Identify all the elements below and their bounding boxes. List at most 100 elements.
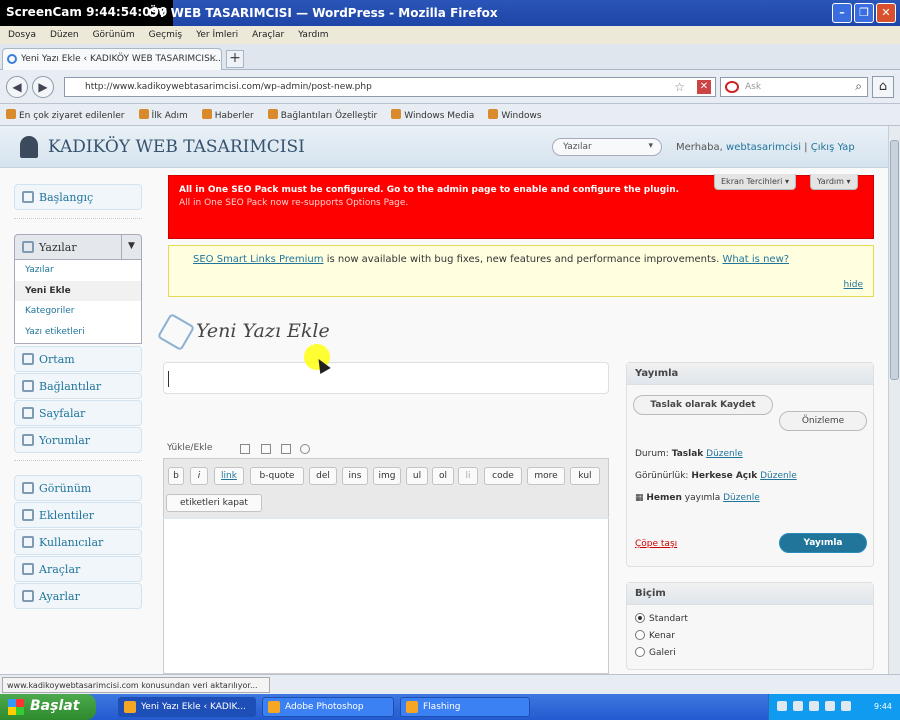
- plugin-link[interactable]: SEO Smart Links Premium: [193, 254, 324, 265]
- tray-icon[interactable]: [825, 701, 835, 711]
- menu-settings[interactable]: Ayarlar: [14, 583, 142, 609]
- menu-history[interactable]: Geçmiş: [149, 30, 182, 40]
- bookmark-item[interactable]: Bağlantıları Özelleştir: [268, 109, 378, 121]
- bookmark-star-icon[interactable]: ☆: [674, 80, 685, 94]
- media-upload-icon[interactable]: [300, 444, 310, 454]
- forward-button[interactable]: ▶: [32, 76, 54, 98]
- trash-link[interactable]: Çöpe taşı: [635, 539, 677, 549]
- format-option-standard[interactable]: Standart: [635, 613, 688, 624]
- quicktag-img[interactable]: img: [373, 467, 401, 485]
- minimize-button[interactable]: –: [832, 3, 852, 23]
- menu-bookmarks[interactable]: Yer İmleri: [196, 30, 238, 40]
- search-engine-icon[interactable]: [725, 81, 739, 93]
- menu-tools[interactable]: Araçlar: [14, 556, 142, 582]
- image-upload-icon[interactable]: [240, 444, 250, 454]
- logout-link[interactable]: Çıkış Yap: [811, 142, 855, 153]
- help-button[interactable]: Yardım ▾: [810, 174, 858, 190]
- menu-links[interactable]: Bağlantılar: [14, 373, 142, 399]
- taskbar-item-photoshop[interactable]: Adobe Photoshop: [262, 697, 394, 717]
- menu-users[interactable]: Kullanıcılar: [14, 529, 142, 555]
- site-title[interactable]: KADIKÖY WEB TASARIMCISI: [48, 137, 305, 157]
- maximize-button[interactable]: ❐: [854, 3, 874, 23]
- favorite-actions-select[interactable]: Yazılar ▾: [552, 138, 662, 156]
- back-button[interactable]: ◀: [6, 76, 28, 98]
- submenu-categories[interactable]: Kategoriler: [15, 301, 141, 322]
- menu-pages[interactable]: Sayfalar: [14, 400, 142, 426]
- submenu-tags[interactable]: Yazı etiketleri: [15, 322, 141, 343]
- bookmark-item[interactable]: Haberler: [202, 109, 254, 121]
- menu-comments[interactable]: Yorumlar: [14, 427, 142, 453]
- search-bar[interactable]: Ask ⌕: [720, 77, 868, 97]
- quicktag-bold[interactable]: b: [168, 467, 184, 485]
- format-option-aside[interactable]: Kenar: [635, 630, 675, 641]
- edit-schedule-link[interactable]: Düzenle: [723, 493, 760, 503]
- menu-edit[interactable]: Düzen: [50, 30, 79, 40]
- chevron-down-icon[interactable]: ▼: [121, 235, 141, 259]
- quicktag-blockquote[interactable]: b-quote: [250, 467, 304, 485]
- new-tab-button[interactable]: +: [226, 50, 244, 68]
- quicktag-code[interactable]: code: [484, 467, 522, 485]
- tray-icon[interactable]: [793, 701, 803, 711]
- format-box-title[interactable]: Biçim: [627, 583, 873, 605]
- home-button[interactable]: ⌂: [872, 76, 894, 98]
- quicktag-link[interactable]: link: [214, 467, 244, 485]
- page-scrollbar[interactable]: [888, 126, 900, 674]
- publish-button[interactable]: Yayımla: [779, 533, 867, 553]
- quicktag-lookup[interactable]: kul: [570, 467, 600, 485]
- username-link[interactable]: webtasarimcisi: [726, 142, 801, 153]
- menu-help[interactable]: Yardım: [298, 30, 328, 40]
- clock[interactable]: 9:44: [874, 702, 892, 711]
- video-upload-icon[interactable]: [261, 444, 271, 454]
- screen-options-button[interactable]: Ekran Tercihleri ▾: [714, 174, 796, 190]
- post-title-input[interactable]: [163, 362, 609, 394]
- menu-appearance[interactable]: Görünüm: [14, 475, 142, 501]
- menu-plugins[interactable]: Eklentiler: [14, 502, 142, 528]
- url-bar[interactable]: http://www.kadikoywebtasarimcisi.com/wp-…: [64, 77, 716, 97]
- quicktag-close-tags[interactable]: etiketleri kapat: [166, 494, 262, 512]
- start-button[interactable]: Başlat: [0, 694, 96, 720]
- tray-icon[interactable]: [809, 701, 819, 711]
- tab-close-icon[interactable]: ×: [209, 53, 217, 64]
- scrollbar-thumb[interactable]: [890, 140, 899, 380]
- radio-icon[interactable]: [635, 647, 645, 657]
- search-icon[interactable]: ⌕: [855, 79, 862, 94]
- publish-box-title[interactable]: Yayımla: [627, 363, 873, 385]
- radio-icon[interactable]: [635, 630, 645, 640]
- close-window-button[interactable]: ✕: [876, 3, 896, 23]
- menu-tools[interactable]: Araçlar: [252, 30, 284, 40]
- whats-new-link[interactable]: What is new?: [722, 254, 789, 265]
- quicktag-more[interactable]: more: [527, 467, 565, 485]
- quicktag-li[interactable]: li: [458, 467, 478, 485]
- menu-view[interactable]: Görünüm: [93, 30, 135, 40]
- submenu-add-new[interactable]: Yeni Ekle: [15, 280, 141, 301]
- quicktag-ins[interactable]: ins: [342, 467, 368, 485]
- edit-visibility-link[interactable]: Düzenle: [760, 471, 797, 481]
- quicktag-ol[interactable]: ol: [432, 467, 454, 485]
- quicktag-italic[interactable]: i: [190, 467, 208, 485]
- hide-notice-link[interactable]: hide: [844, 280, 863, 290]
- stop-icon[interactable]: ✕: [697, 80, 711, 94]
- browser-tab[interactable]: Yeni Yazı Ekle ‹ KADIKÖY WEB TASARIMCISI…: [2, 48, 222, 70]
- menu-media[interactable]: Ortam: [14, 346, 142, 372]
- bookmark-item[interactable]: Windows Media: [391, 109, 474, 121]
- bookmark-item[interactable]: İlk Adım: [139, 109, 188, 121]
- radio-selected-icon[interactable]: [635, 613, 645, 623]
- tray-icon[interactable]: [777, 701, 787, 711]
- taskbar-item-firefox[interactable]: Yeni Yazı Ekle ‹ KADIK...: [118, 697, 256, 717]
- menu-posts[interactable]: Yazılar ▼: [14, 234, 142, 260]
- post-content-textarea[interactable]: [163, 517, 609, 674]
- menu-file[interactable]: Dosya: [8, 30, 36, 40]
- save-draft-button[interactable]: Taslak olarak Kaydet: [633, 395, 773, 415]
- bookmark-item[interactable]: Windows: [488, 109, 541, 121]
- bookmark-item[interactable]: En çok ziyaret edilenler: [6, 109, 125, 121]
- taskbar-item-flashing[interactable]: Flashing: [400, 697, 530, 717]
- submenu-all-posts[interactable]: Yazılar: [15, 260, 141, 281]
- quicktag-del[interactable]: del: [309, 467, 337, 485]
- edit-status-link[interactable]: Düzenle: [706, 449, 743, 459]
- tray-icon[interactable]: [841, 701, 851, 711]
- format-option-gallery[interactable]: Galeri: [635, 647, 676, 658]
- menu-dashboard[interactable]: Başlangıç: [14, 184, 142, 210]
- quicktag-ul[interactable]: ul: [406, 467, 428, 485]
- audio-upload-icon[interactable]: [281, 444, 291, 454]
- preview-button[interactable]: Önizleme: [779, 411, 867, 431]
